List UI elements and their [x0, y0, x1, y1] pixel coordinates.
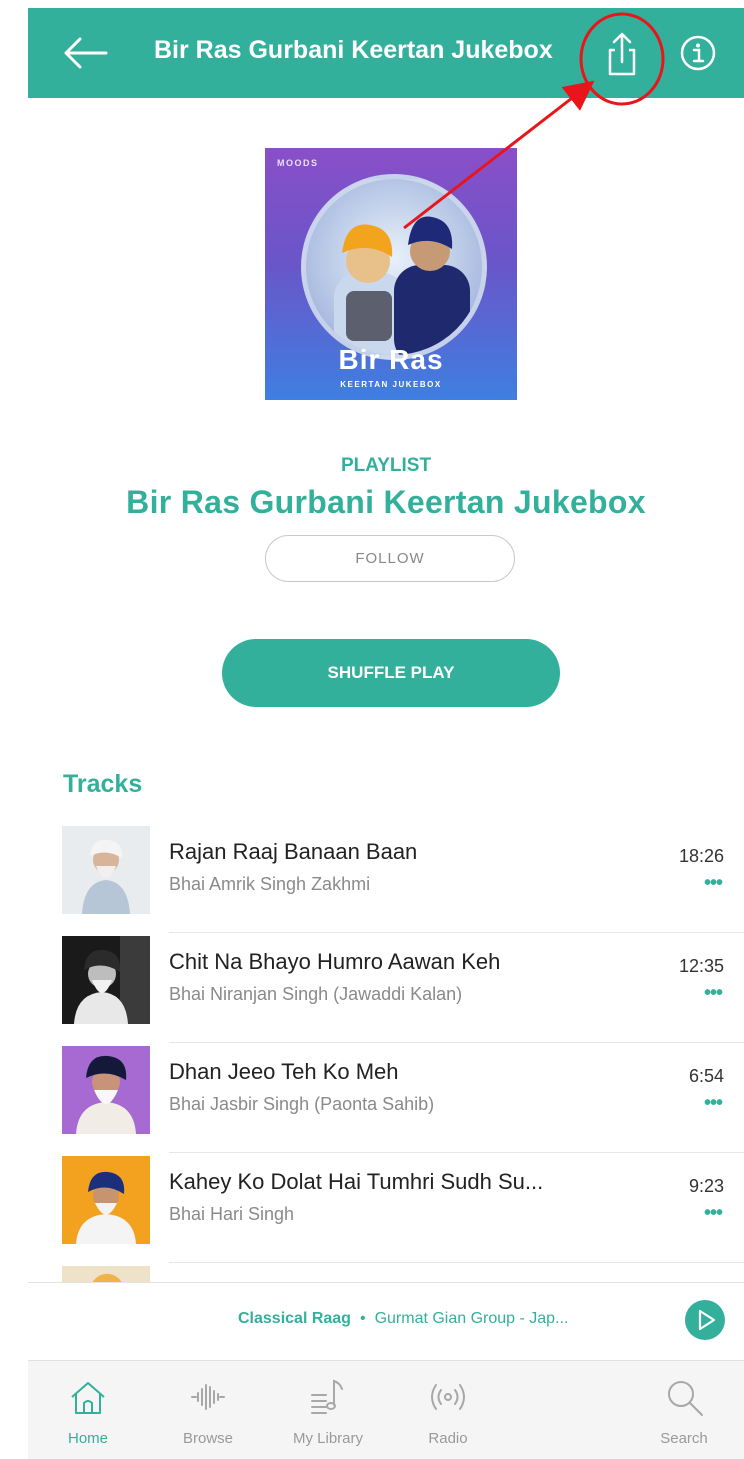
more-options-icon[interactable]: ••• — [704, 982, 723, 1005]
track-row[interactable]: Dhan Jeeo Teh Ko Meh Bhai Jasbir Singh (… — [28, 1044, 744, 1154]
waveform-icon — [191, 1384, 225, 1410]
track-row[interactable]: Kahey Ko Dolat Hai Tumhri Sudh Su... Bha… — [28, 1154, 744, 1264]
track-duration: 18:26 — [678, 846, 724, 866]
play-icon — [698, 1309, 716, 1331]
track-artist: Bhai Amrik Singh Zakhmi — [169, 874, 371, 894]
top-app-bar: Bir Ras Gurbani Keertan Jukebox — [28, 8, 744, 98]
info-button[interactable] — [678, 33, 718, 73]
now-playing-text: Classical Raag • Gurmat Gian Group - Jap..… — [238, 1310, 568, 1328]
share-icon — [608, 32, 636, 76]
nav-label: My Library — [292, 1430, 363, 1447]
now-playing-separator: • — [359, 1310, 366, 1327]
mini-player[interactable]: Classical Raag • Gurmat Gian Group - Jap..… — [28, 1282, 744, 1361]
track-row-partial[interactable] — [28, 1264, 744, 1282]
track-duration: 12:35 — [678, 956, 724, 976]
now-playing-song: Classical Raag — [238, 1310, 351, 1327]
now-playing-artist: Gurmat Gian Group - Jap... — [374, 1310, 569, 1327]
nav-radio[interactable]: Radio — [388, 1361, 508, 1459]
track-thumbnail — [62, 826, 150, 914]
playlist-title: Bir Ras Gurbani Keertan Jukebox — [126, 484, 646, 520]
cover-title: Bir Ras — [338, 344, 444, 375]
track-list: Rajan Raaj Banaan Baan Bhai Amrik Singh … — [28, 824, 744, 1282]
cover-figures-image — [334, 216, 470, 355]
track-title: Kahey Ko Dolat Hai Tumhri Sudh Su... — [169, 1169, 544, 1194]
more-options-icon[interactable]: ••• — [704, 872, 723, 895]
nav-label: Radio — [428, 1430, 468, 1447]
row-divider — [169, 1262, 744, 1263]
track-thumbnail — [62, 936, 150, 1024]
library-icon — [311, 1379, 343, 1414]
nav-my-library[interactable]: My Library — [268, 1361, 388, 1459]
track-row[interactable]: Chit Na Bhayo Humro Aawan Keh Bhai Niran… — [28, 934, 744, 1044]
cover-illustration — [301, 174, 487, 360]
track-title: Chit Na Bhayo Humro Aawan Keh — [169, 949, 501, 974]
track-title: Rajan Raaj Banaan Baan — [169, 839, 418, 864]
more-options-icon[interactable]: ••• — [704, 1092, 723, 1115]
play-button[interactable] — [685, 1300, 725, 1340]
share-button[interactable] — [602, 30, 642, 78]
arrow-left-icon — [64, 37, 108, 69]
playlist-cover-art: MOODS Bir Ras KEERTAN JUKEBOX — [265, 148, 517, 400]
row-divider — [169, 1152, 744, 1153]
nav-label: Search — [660, 1430, 708, 1447]
follow-button[interactable]: FOLLOW — [265, 535, 515, 582]
track-artist: Bhai Hari Singh — [169, 1204, 295, 1224]
shuffle-play-button[interactable]: SHUFFLE PLAY — [222, 639, 560, 707]
home-icon — [71, 1382, 105, 1414]
row-divider — [169, 932, 744, 933]
more-options-icon[interactable]: ••• — [704, 1202, 723, 1225]
nav-label: Browse — [182, 1430, 234, 1447]
track-duration: 6:54 — [688, 1066, 724, 1086]
row-divider — [169, 1042, 744, 1043]
cover-brand: MOODS — [277, 158, 319, 168]
back-button[interactable] — [58, 31, 110, 75]
header-title: Bir Ras Gurbani Keertan Jukebox — [154, 36, 553, 64]
bottom-nav: Home Browse My Library Radio Search — [28, 1360, 744, 1459]
track-thumbnail — [62, 1046, 150, 1134]
track-duration: 9:23 — [688, 1176, 724, 1196]
tracks-heading: Tracks — [63, 770, 143, 798]
radio-icon — [431, 1384, 465, 1410]
track-thumbnail — [62, 1156, 150, 1244]
track-artist: Bhai Jasbir Singh (Paonta Sahib) — [169, 1094, 435, 1114]
playlist-type-label: PLAYLIST — [340, 455, 432, 476]
playlist-screen: Bir Ras Gurbani Keertan Jukebox MOODS Bi… — [28, 8, 744, 1459]
track-artist: Bhai Niranjan Singh (Jawaddi Kalan) — [169, 984, 463, 1004]
nav-label: Home — [67, 1430, 108, 1447]
nav-search[interactable]: Search — [624, 1361, 744, 1459]
nav-home[interactable]: Home — [28, 1361, 148, 1459]
cover-subtitle: KEERTAN JUKEBOX — [340, 380, 442, 389]
search-icon — [668, 1381, 703, 1416]
track-title: Dhan Jeeo Teh Ko Meh — [169, 1059, 399, 1084]
nav-browse[interactable]: Browse — [148, 1361, 268, 1459]
info-icon — [680, 35, 716, 71]
track-thumbnail — [62, 1266, 150, 1282]
track-row[interactable]: Rajan Raaj Banaan Baan Bhai Amrik Singh … — [28, 824, 744, 934]
